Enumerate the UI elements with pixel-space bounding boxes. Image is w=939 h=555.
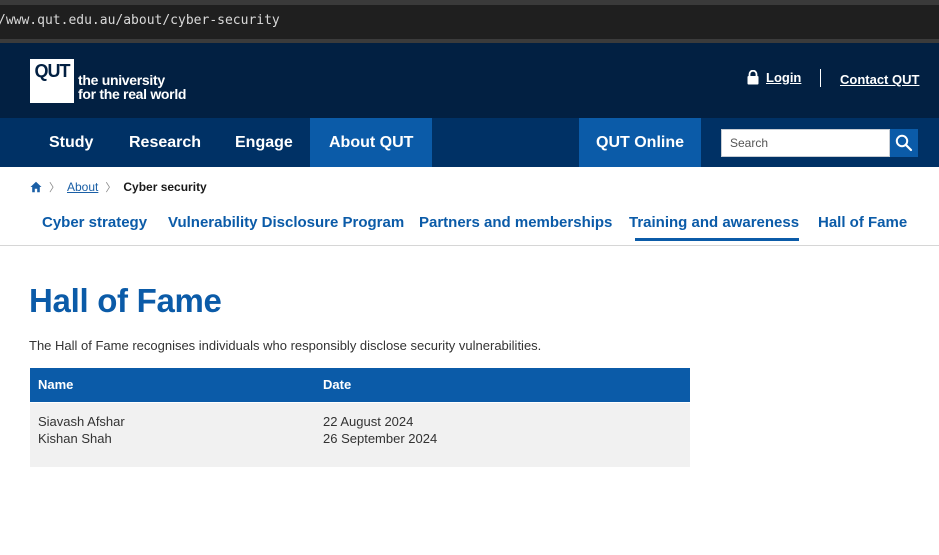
hall-of-fame-table: Name Date Siavash Afshar Kishan Shah 22 … [30, 368, 690, 467]
page-title: Hall of Fame [29, 282, 222, 319]
nav-item-research[interactable]: Research [110, 118, 220, 167]
subnav-vulnerability-disclosure[interactable]: Vulnerability Disclosure Program [168, 214, 404, 231]
qut-logo[interactable]: QUT the university for the real world [30, 58, 186, 103]
browser-address-bar[interactable]: /www.qut.edu.au/about/cyber-security [0, 5, 939, 39]
table-header: Name Date [30, 368, 690, 402]
home-icon[interactable] [30, 181, 42, 193]
main-nav: Study Research Engage About QUT QUT Onli… [0, 118, 939, 167]
qut-logo-mark: QUT [30, 59, 74, 103]
qut-online-button[interactable]: QUT Online [579, 118, 701, 167]
subnav-hall-of-fame[interactable]: Hall of Fame [818, 214, 907, 231]
nav-item-study[interactable]: Study [30, 118, 112, 167]
table-cell-names: Siavash Afshar Kishan Shah [30, 403, 315, 467]
search-input[interactable] [721, 129, 890, 157]
table-row: Siavash Afshar Kishan Shah 22 August 202… [30, 402, 690, 467]
subnav-partners-memberships[interactable]: Partners and memberships [419, 214, 612, 231]
logo-tagline-line2: for the real world [78, 86, 187, 102]
breadcrumb-current: Cyber security [123, 180, 207, 194]
page-intro: The Hall of Fame recognises individuals … [29, 338, 542, 353]
search-button[interactable] [890, 129, 918, 157]
table-cell-dates: 22 August 2024 26 September 2024 [315, 403, 690, 467]
subnav-training-awareness[interactable]: Training and awareness [629, 214, 800, 241]
url-text[interactable]: /www.qut.edu.au/about/cyber-security [0, 13, 280, 28]
column-header-name: Name [38, 377, 74, 392]
honoree-name: Siavash Afshar [38, 414, 125, 429]
contact-qut-link[interactable]: Contact QUT [840, 72, 919, 87]
site-header: QUT the university for the real world Lo… [0, 43, 939, 118]
header-divider [820, 69, 821, 87]
breadcrumb: 〉 About 〉 Cyber security [30, 178, 207, 196]
logo-tagline-line1: the university [78, 72, 165, 88]
disclosure-date: 22 August 2024 [323, 414, 414, 429]
lock-icon [747, 70, 759, 85]
chevron-right-icon: 〉 [49, 182, 60, 194]
search-icon [895, 134, 913, 152]
subnav-cyber-strategy[interactable]: Cyber strategy [42, 214, 147, 231]
nav-item-about-qut[interactable]: About QUT [310, 118, 433, 167]
section-subnav: Cyber strategy Vulnerability Disclosure … [0, 204, 939, 246]
login-link[interactable]: Login [746, 70, 801, 85]
chevron-right-icon: 〉 [105, 182, 117, 194]
login-label: Login [766, 70, 802, 85]
nav-item-engage[interactable]: Engage [216, 118, 312, 167]
breadcrumb-about-link[interactable]: About [67, 180, 98, 194]
qut-logo-tagline: the university for the real world [78, 73, 186, 103]
disclosure-date: 26 September 2024 [323, 431, 438, 446]
honoree-name: Kishan Shah [38, 431, 112, 446]
column-header-date: Date [323, 377, 352, 392]
